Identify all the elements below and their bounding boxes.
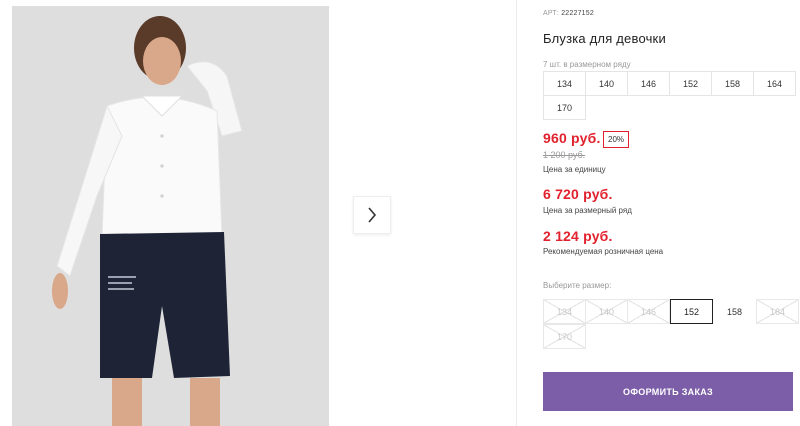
- size-range-cell: 146: [627, 71, 670, 96]
- size-range-cell: 152: [669, 71, 712, 96]
- discount-badge: 20%: [603, 131, 630, 148]
- size-range-cell: 164: [753, 71, 796, 96]
- gallery-next-button[interactable]: [353, 196, 391, 234]
- choose-size-label: Выберите размер:: [543, 281, 612, 290]
- size-option[interactable]: 164: [756, 299, 799, 324]
- size-option[interactable]: 140: [585, 299, 628, 324]
- sku-label: АРТ:: [543, 10, 560, 17]
- retail-price-label: Рекомендуемая розничная цена: [543, 247, 664, 256]
- unit-price-label: Цена за единицу: [543, 165, 606, 174]
- size-option[interactable]: 170: [543, 324, 586, 349]
- retail-price: 2 124 руб.: [543, 228, 613, 244]
- size-option[interactable]: 146: [627, 299, 670, 324]
- size-count-text: 7 шт. в размерном ряду: [543, 60, 631, 69]
- chevron-right-icon: [368, 207, 377, 223]
- sku-value: 22227152: [561, 10, 594, 17]
- old-price: 1 200 руб.: [543, 150, 586, 160]
- panel-divider: [516, 0, 517, 426]
- product-info-panel: АРТ: 22227152 Блузка для девочки 7 шт. в…: [543, 0, 800, 426]
- size-range-cell: 170: [543, 95, 586, 120]
- product-photo-illustration: [12, 6, 329, 426]
- product-photo[interactable]: [12, 6, 329, 426]
- unit-price: 960 руб.: [543, 130, 601, 146]
- pack-price: 6 720 руб.: [543, 186, 613, 202]
- size-option[interactable]: 158: [713, 299, 756, 324]
- size-range-cell: 140: [585, 71, 628, 96]
- pack-price-label: Цена за размерный ряд: [543, 206, 632, 215]
- size-range-cell: 134: [543, 71, 586, 96]
- product-title: Блузка для девочки: [543, 31, 666, 46]
- place-order-button[interactable]: ОФОРМИТЬ ЗАКАЗ: [543, 372, 793, 411]
- size-range-cell: 158: [711, 71, 754, 96]
- size-option-selected[interactable]: 152: [670, 299, 713, 324]
- size-option[interactable]: 134: [543, 299, 586, 324]
- product-gallery: [0, 0, 516, 426]
- product-sku: АРТ: 22227152: [543, 10, 594, 17]
